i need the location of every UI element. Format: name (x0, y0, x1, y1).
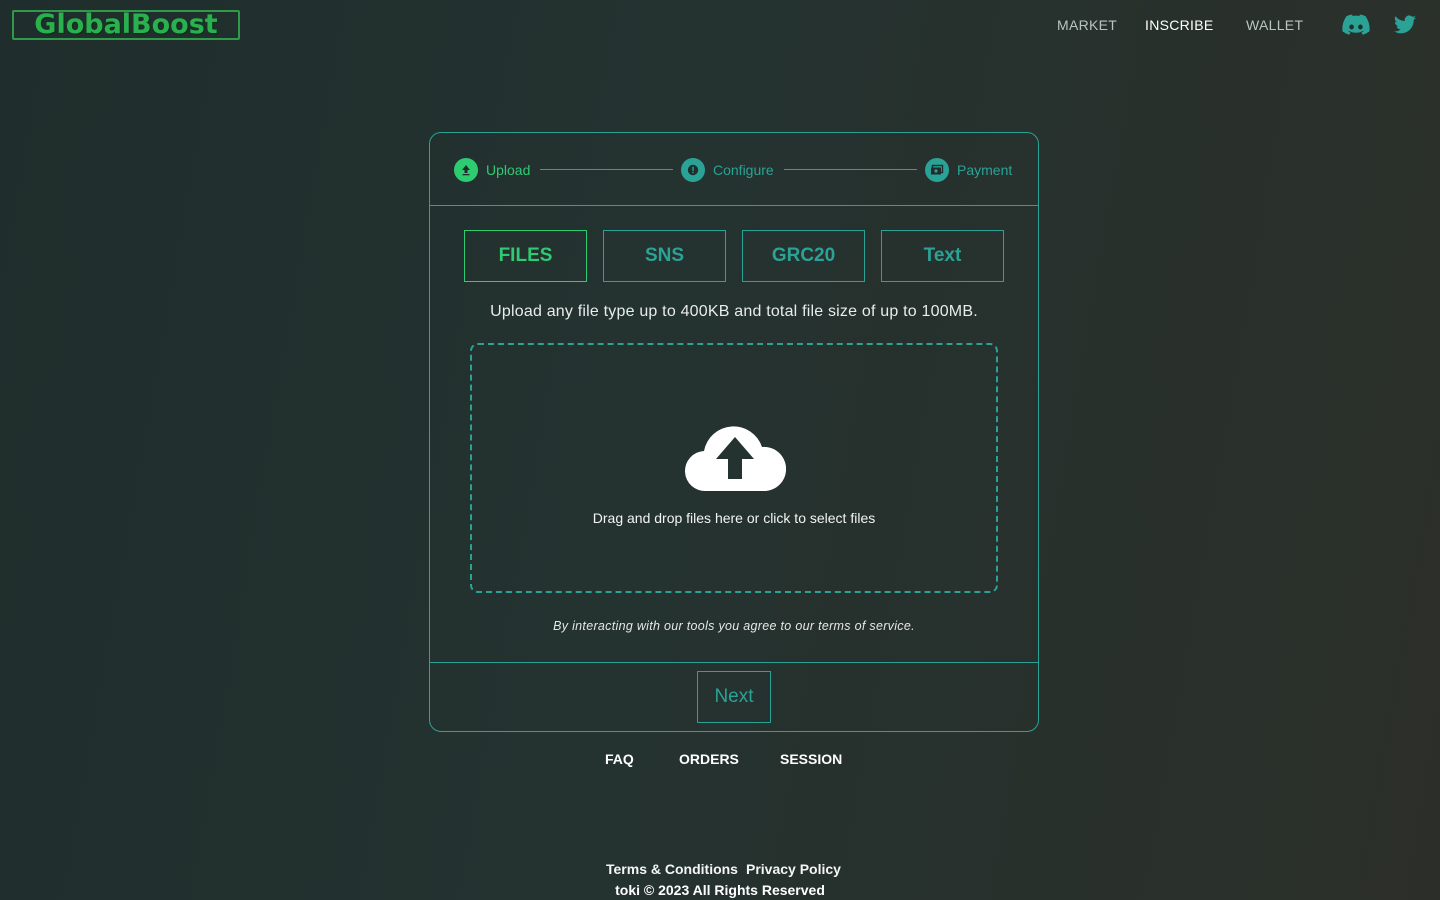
divider (430, 662, 1038, 663)
nav-inscribe[interactable]: INSCRIBE (1145, 17, 1214, 33)
step-payment-label: Payment (957, 162, 1013, 178)
link-orders[interactable]: ORDERS (679, 751, 739, 767)
dropzone-text: Drag and drop files here or click to sel… (592, 510, 876, 526)
step-connector (784, 169, 917, 170)
inscribe-card: Upload Configure Payment FILES SNS GRC20… (429, 132, 1039, 732)
link-privacy-policy[interactable]: Privacy Policy (746, 861, 841, 877)
twitter-icon[interactable] (1393, 13, 1417, 37)
discord-icon[interactable] (1342, 13, 1370, 37)
tab-files[interactable]: FILES (464, 230, 587, 282)
terms-notice: By interacting with our tools you agree … (553, 619, 915, 633)
tab-grc20[interactable]: GRC20 (742, 230, 865, 282)
stepper: Upload Configure Payment (430, 133, 1038, 206)
info-icon (681, 158, 705, 182)
link-terms-conditions[interactable]: Terms & Conditions (606, 861, 738, 877)
step-upload-label: Upload (486, 162, 531, 178)
copyright: toki © 2023 All Rights Reserved (615, 882, 825, 898)
step-configure-label: Configure (713, 162, 774, 178)
next-button[interactable]: Next (697, 671, 771, 723)
cloud-upload-icon (684, 423, 787, 493)
upload-info-text: Upload any file type up to 400KB and tot… (490, 303, 978, 320)
nav-wallet[interactable]: WALLET (1246, 17, 1303, 33)
tab-text[interactable]: Text (881, 230, 1004, 282)
tab-sns[interactable]: SNS (603, 230, 726, 282)
nav-market[interactable]: MARKET (1057, 17, 1117, 33)
header: GlobalBoost MARKET INSCRIBE WALLET (0, 0, 1440, 50)
upload-icon (454, 158, 478, 182)
link-faq[interactable]: FAQ (605, 751, 634, 767)
step-connector (540, 169, 673, 170)
file-dropzone[interactable]: Drag and drop files here or click to sel… (470, 343, 998, 593)
logo[interactable]: GlobalBoost (12, 10, 240, 40)
payment-icon (925, 158, 949, 182)
inscription-type-tabs: FILES SNS GRC20 Text (430, 230, 1038, 282)
link-session[interactable]: SESSION (780, 751, 842, 767)
